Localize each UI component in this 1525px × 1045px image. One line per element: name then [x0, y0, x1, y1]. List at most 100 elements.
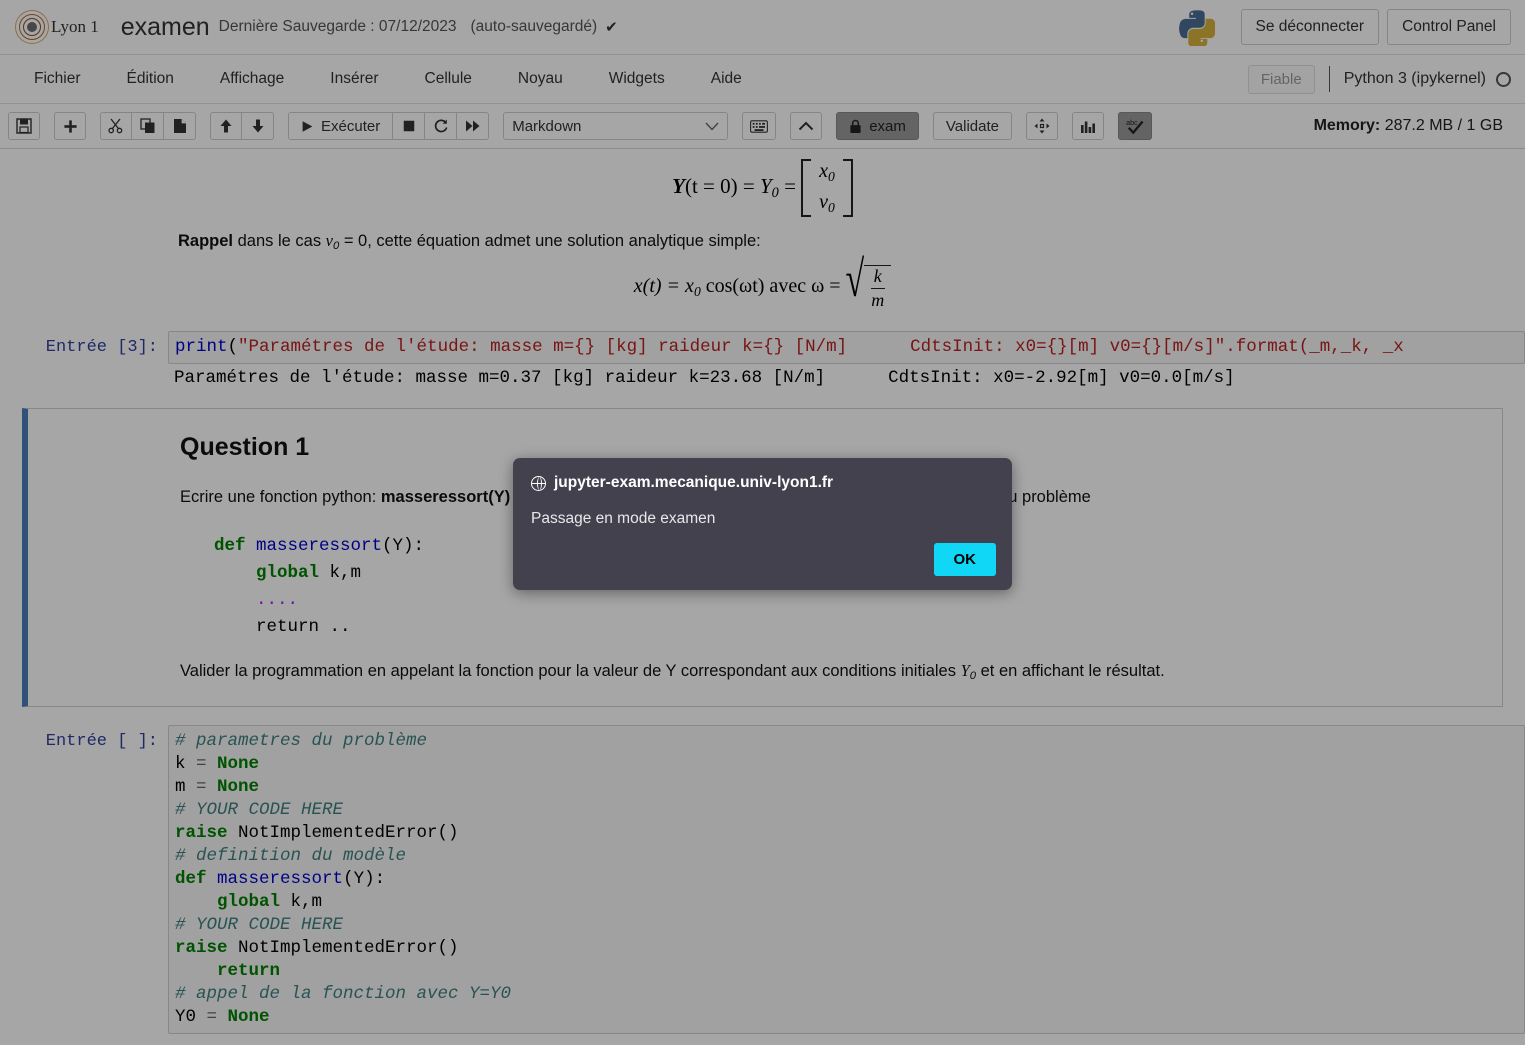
toolbar-group-chart [1072, 112, 1104, 140]
eq2-frac-den: m [868, 289, 887, 311]
eq2-frac-num: k [871, 266, 885, 289]
cl-7-row: global k,m [175, 892, 322, 912]
eq1-matrix: x0v0 [801, 159, 853, 217]
control-panel-button[interactable]: Control Panel [1387, 9, 1511, 45]
output-prompt-spacer [0, 364, 168, 392]
exam-mode-button[interactable]: exam [836, 112, 919, 140]
cell-type-select[interactable]: Markdown [503, 112, 728, 140]
validate-button[interactable]: Validate [933, 112, 1012, 140]
eq1-m-r2: v [819, 191, 828, 213]
dialog-ok-button[interactable]: OK [934, 543, 997, 576]
trusted-indicator-button[interactable]: Fiable [1248, 65, 1315, 94]
mdcode-fname: masseressort [246, 536, 383, 556]
chevron-up-icon [798, 121, 814, 131]
eq1-m-r1-sub: 0 [828, 169, 835, 184]
command-palette-button[interactable] [742, 112, 776, 140]
lyon1-logo[interactable]: Lyon 1 [14, 9, 99, 45]
insert-cell-button[interactable] [54, 112, 86, 140]
cl-8: # YOUR CODE HERE [175, 915, 343, 935]
menu-item-cellule[interactable]: Cellule [407, 64, 490, 94]
mdcode-global: global [214, 563, 319, 583]
notebook-toolbar: Exécuter Markdown [0, 104, 1525, 149]
validate-label: Validate [946, 118, 999, 135]
globe-icon [531, 476, 546, 491]
qv-after: et en affichant le résultat. [976, 662, 1165, 680]
move-cell-down-button[interactable] [242, 112, 274, 140]
exam-mode-dialog: jupyter-exam.mecanique.univ-lyon1.fr Pas… [513, 458, 1012, 590]
menu-item-edition[interactable]: Édition [109, 64, 192, 94]
collapse-button[interactable] [790, 112, 822, 140]
restart-run-all-button[interactable] [457, 112, 489, 140]
sqrt-sign-icon: √ [846, 255, 865, 326]
restart-kernel-button[interactable] [425, 112, 457, 140]
copy-button[interactable] [132, 112, 164, 140]
cl-12-row: Y0 = None [175, 1007, 270, 1027]
move-tool-button[interactable] [1026, 112, 1058, 140]
toolbar-group-save [8, 112, 40, 140]
cl-4-row: raise NotImplementedError() [175, 823, 459, 843]
cl-3: # YOUR CODE HERE [175, 800, 343, 820]
rappel-var: v [326, 231, 333, 250]
interrupt-kernel-button[interactable] [393, 112, 425, 140]
equation-analytic-solution: x(t) = x0 cos(ωt) avec ω = √km [0, 254, 1525, 325]
run-cell-button[interactable]: Exécuter [288, 112, 393, 140]
code-paren: ( [228, 337, 239, 357]
paste-icon [172, 118, 188, 134]
menubar-divider [1329, 66, 1330, 92]
menubar-right-group: Fiable Python 3 (ipykernel) [1248, 65, 1511, 94]
eq1-m-r1: x [819, 160, 828, 182]
mdcode-def-rest: (Y): [382, 536, 424, 556]
cut-button[interactable] [100, 112, 132, 140]
kernel-idle-icon [1496, 72, 1511, 87]
arrow-down-icon [250, 118, 266, 134]
toolbar-group-clipboard [100, 112, 196, 140]
cl-0: # parametres du problème [175, 731, 427, 751]
menu-item-inserer[interactable]: Insérer [312, 64, 396, 94]
paste-button[interactable] [164, 112, 196, 140]
save-button[interactable] [8, 112, 40, 140]
menu-item-affichage[interactable]: Affichage [202, 64, 302, 94]
cell-editor-in3[interactable]: print("Paramétres de l'étude: masse m={}… [168, 331, 1525, 364]
lock-icon [849, 119, 862, 134]
qv-var: Y [961, 661, 970, 680]
scissors-icon [108, 118, 124, 134]
mdcode-return: return .. [214, 617, 351, 637]
menu-item-fichier[interactable]: Fichier [16, 64, 99, 94]
spellcheck-button[interactable]: abc [1118, 112, 1152, 140]
eq2-sqrt: √km [846, 264, 892, 311]
eq2-mid: cos(ωt) avec ω = [701, 275, 846, 297]
last-save-label: Dernière Sauvegarde : 07/12/2023 [219, 18, 457, 36]
cell-editor-empty[interactable]: # parametres du problème k = None m = No… [168, 725, 1525, 1034]
rappel-bold: Rappel [178, 232, 233, 250]
logout-button[interactable]: Se déconnecter [1241, 9, 1380, 45]
bar-chart-icon [1080, 119, 1096, 134]
toolbar-group-spellcheck: abc [1118, 112, 1152, 140]
keyboard-icon [750, 120, 768, 133]
q-bold-fn: masseressort(Y) [381, 488, 510, 506]
run-cell-label: Exécuter [321, 118, 380, 135]
save-icon [16, 118, 32, 134]
move-cell-up-button[interactable] [210, 112, 242, 140]
cl-10-row: return [175, 961, 280, 981]
chart-button[interactable] [1072, 112, 1104, 140]
eq2-fraction: km [864, 265, 891, 311]
kernel-name-label: Python 3 (ipykernel) [1344, 70, 1486, 88]
code-fn: print [175, 337, 228, 357]
menu-item-widgets[interactable]: Widgets [591, 64, 683, 94]
cell-prompt-in3: Entrée [3]: [0, 331, 168, 357]
eq1-eq: = [779, 174, 801, 198]
code-cell-empty[interactable]: Entrée [ ]: # parametres du problème k =… [0, 725, 1525, 1034]
eq2-lhs-sub: 0 [694, 284, 701, 299]
menu-item-aide[interactable]: Aide [693, 64, 760, 94]
chevron-down-icon [705, 122, 719, 131]
dialog-message: Passage en mode examen [531, 510, 994, 528]
svg-text:abc: abc [1126, 119, 1138, 127]
qv-before: Valider la programmation en appelant la … [180, 662, 961, 680]
code-cell-in3[interactable]: Entrée [3]: print("Paramétres de l'étude… [0, 331, 1525, 364]
notebook-title[interactable]: examen [121, 13, 210, 42]
app-header: Lyon 1 examen Dernière Sauvegarde : 07/1… [0, 0, 1525, 55]
notebook-body: Y(t = 0) = Y0 = x0v0 Rappel dans le cas … [0, 149, 1525, 1045]
menu-item-noyau[interactable]: Noyau [500, 64, 581, 94]
q-part1: Ecrire une fonction python: [180, 488, 381, 506]
menu-bar: Fichier Édition Affichage Insérer Cellul… [0, 55, 1525, 104]
